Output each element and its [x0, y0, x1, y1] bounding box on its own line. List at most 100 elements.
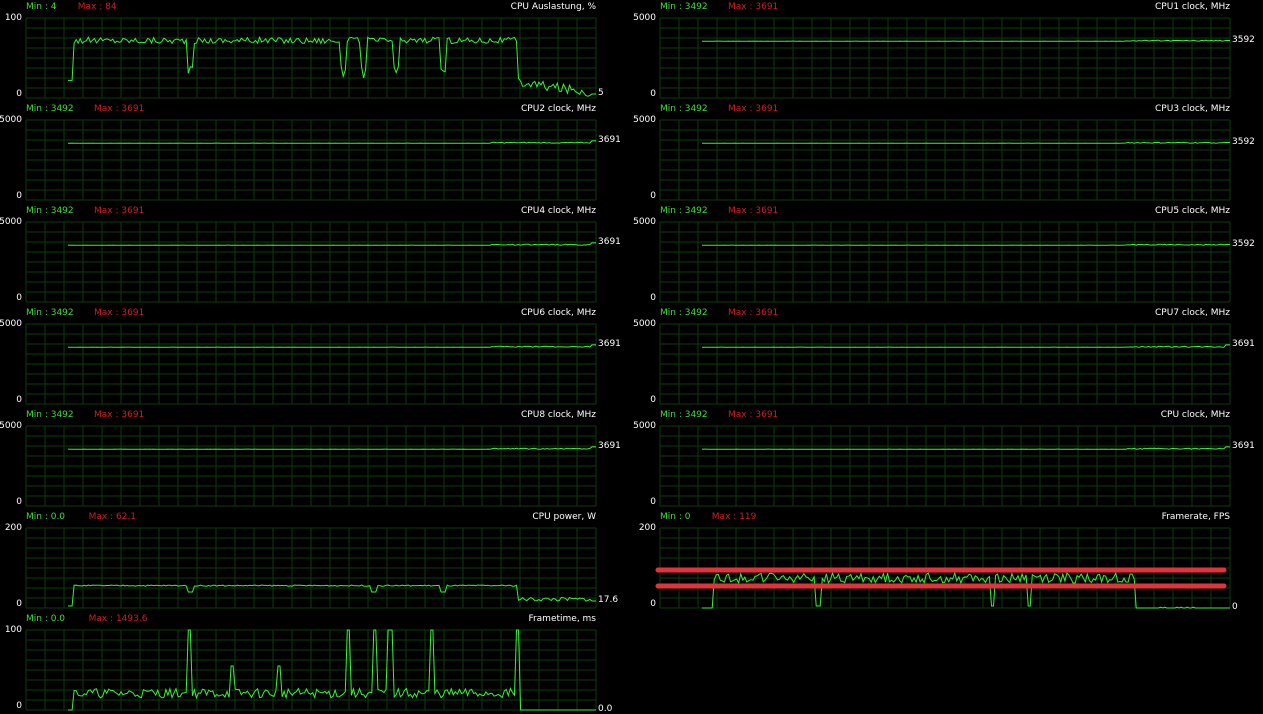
current-value-label: 3691 — [598, 134, 621, 145]
cpu2-clock-plot — [25, 119, 597, 201]
axis-top-label: 5000 — [633, 115, 656, 125]
cpu3-clock-plot — [659, 119, 1231, 201]
graph-cpu1-clock: Min : 3492 Max : 3691 CPU1 clock, MHz 5000 0… — [633, 0, 1255, 102]
max-value-label: Max : 119 — [711, 512, 757, 522]
graph-cpu7-clock: Min : 3492 Max : 3691 CPU7 clock, MHz 5000 0… — [633, 306, 1255, 408]
cpu-usage-series-line — [68, 35, 596, 97]
graph-framerate: Min : 0 Max : 119 Framerate, FPS 200 0 0 — [634, 510, 1238, 612]
min-value-label: Min : 3492 — [660, 308, 708, 318]
min-value-label: Min : 3492 — [26, 308, 74, 318]
graph-title: CPU5 clock, MHz — [1155, 206, 1230, 216]
graph-title: CPU8 clock, MHz — [521, 410, 596, 420]
graph-frametime: Min : 0.0 Max : 1493.6 Frametime, ms 100 0 0.… — [0, 612, 613, 714]
cpu6-clock-plot — [25, 323, 597, 405]
graph-cpu8-clock: Min : 3492 Max : 3691 CPU8 clock, MHz 5000 0… — [0, 408, 621, 510]
axis-bottom-label: 0 — [650, 497, 656, 507]
graph-cpu3-clock: Min : 3492 Max : 3691 CPU3 clock, MHz 5000 0… — [633, 102, 1255, 204]
current-value-label: 5 — [598, 88, 604, 98]
current-value-label: 3691 — [598, 338, 621, 349]
min-value-label: Min : 0.0 — [26, 512, 66, 522]
graph-title: CPU7 clock, MHz — [1155, 308, 1230, 318]
axis-top-label: 5000 — [633, 421, 656, 431]
graph-title: CPU2 clock, MHz — [521, 104, 596, 114]
graph-title: CPU4 clock, MHz — [521, 206, 596, 216]
min-value-label: Min : 3492 — [26, 410, 74, 420]
min-value-label: Min : 3492 — [660, 104, 708, 114]
min-value-label: Min : 3492 — [660, 2, 708, 12]
max-value-label: Max : 3691 — [728, 206, 779, 216]
axis-bottom-label: 0 — [650, 599, 656, 609]
max-value-label: Max : 3691 — [728, 2, 779, 12]
axis-bottom-label: 0 — [650, 293, 656, 303]
axis-bottom-label: 0 — [16, 701, 22, 711]
max-value-label: Max : 3691 — [728, 308, 779, 318]
axis-top-label: 5000 — [633, 217, 656, 227]
cpu6-clock-series-line — [67, 344, 596, 348]
max-value-label: Max : 3691 — [728, 410, 779, 420]
max-value-label: Max : 3691 — [94, 410, 145, 420]
max-value-label: Max : 3691 — [94, 206, 145, 216]
min-value-label: Min : 3492 — [660, 410, 708, 420]
axis-bottom-label: 0 — [16, 89, 22, 99]
graph-title: CPU1 clock, MHz — [1155, 2, 1230, 12]
axis-top-label: 200 — [638, 523, 656, 533]
current-value-label: 3592 — [1232, 238, 1255, 249]
cpu4-clock-series-line — [67, 242, 596, 246]
axis-bottom-label: 0 — [16, 599, 22, 609]
graph-cpu-power: Min : 0.0 Max : 62.1 CPU power, W 200 0 17.6 — [0, 510, 618, 612]
axis-bottom-label: 0 — [650, 191, 656, 201]
axis-bottom-label: 0 — [16, 293, 22, 303]
graph-cpu2-clock: Min : 3492 Max : 3691 CPU2 clock, MHz 5000 0… — [0, 102, 621, 204]
current-value-label: 3691 — [598, 236, 621, 247]
graph-title: CPU clock, MHz — [1160, 410, 1230, 420]
min-value-label: Min : 3492 — [26, 206, 74, 216]
cpu1-clock-plot — [659, 17, 1231, 99]
current-value-label: 3691 — [1232, 440, 1255, 451]
graph-cpu6-clock: Min : 3492 Max : 3691 CPU6 clock, MHz 5000 0… — [0, 306, 621, 408]
current-value-label: 3691 — [1232, 338, 1255, 349]
max-value-label: Max : 3691 — [94, 104, 145, 114]
axis-top-label: 5000 — [0, 319, 22, 329]
current-value-label: 17.6 — [598, 594, 619, 605]
axis-bottom-label: 0 — [650, 89, 656, 99]
axis-bottom-label: 0 — [16, 191, 22, 201]
max-value-label: Max : 3691 — [728, 104, 779, 114]
max-value-label: Max : 3691 — [94, 308, 145, 318]
axis-top-label: 5000 — [0, 115, 22, 125]
axis-top-label: 100 — [4, 625, 22, 635]
min-value-label: Min : 4 — [26, 2, 57, 12]
axis-bottom-label: 0 — [650, 395, 656, 405]
graph-title: CPU3 clock, MHz — [1155, 104, 1230, 114]
graph-title: CPU6 clock, MHz — [521, 308, 596, 318]
current-value-label: 3592 — [1232, 136, 1255, 147]
max-value-label: Max : 84 — [77, 2, 117, 12]
graph-cpu4-clock: Min : 3492 Max : 3691 CPU4 clock, MHz 5000 0… — [0, 204, 621, 306]
cpu-usage-plot — [25, 17, 597, 99]
current-value-label: 0 — [1232, 602, 1238, 612]
min-value-label: Min : 3492 — [26, 104, 74, 114]
cpu-power-plot — [25, 527, 597, 609]
cpu7-clock-plot — [659, 323, 1231, 405]
graph-cpu-clock: Min : 3492 Max : 3691 CPU clock, MHz 5000 0 3… — [633, 408, 1255, 510]
graph-cpu-usage: Min : 4 Max : 84 CPU Auslastung, % 100 0 5 — [0, 0, 604, 102]
cpu-clock-plot — [659, 425, 1231, 507]
graph-title: Framerate, FPS — [1161, 512, 1230, 522]
axis-bottom-label: 0 — [16, 497, 22, 507]
axis-bottom-label: 0 — [16, 395, 22, 405]
cpu5-clock-series-line — [702, 243, 1230, 246]
cpu-clock-series-line — [701, 446, 1230, 450]
cpu4-clock-plot — [25, 221, 597, 303]
max-value-label: Max : 1493.6 — [88, 614, 148, 624]
axis-top-label: 5000 — [633, 13, 656, 23]
frametime-plot — [25, 629, 597, 711]
axis-top-label: 100 — [4, 13, 22, 23]
cpu7-clock-series-line — [701, 344, 1230, 348]
min-value-label: Min : 0.0 — [26, 614, 66, 624]
current-value-label: 3592 — [1232, 34, 1255, 45]
max-value-label: Max : 62.1 — [88, 512, 136, 522]
min-value-label: Min : 3492 — [660, 206, 708, 216]
cpu3-clock-series-line — [702, 141, 1230, 144]
graph-title: CPU Auslastung, % — [510, 2, 596, 12]
cpu1-clock-series-line — [702, 39, 1230, 42]
current-value-label: 0.0 — [598, 704, 613, 714]
